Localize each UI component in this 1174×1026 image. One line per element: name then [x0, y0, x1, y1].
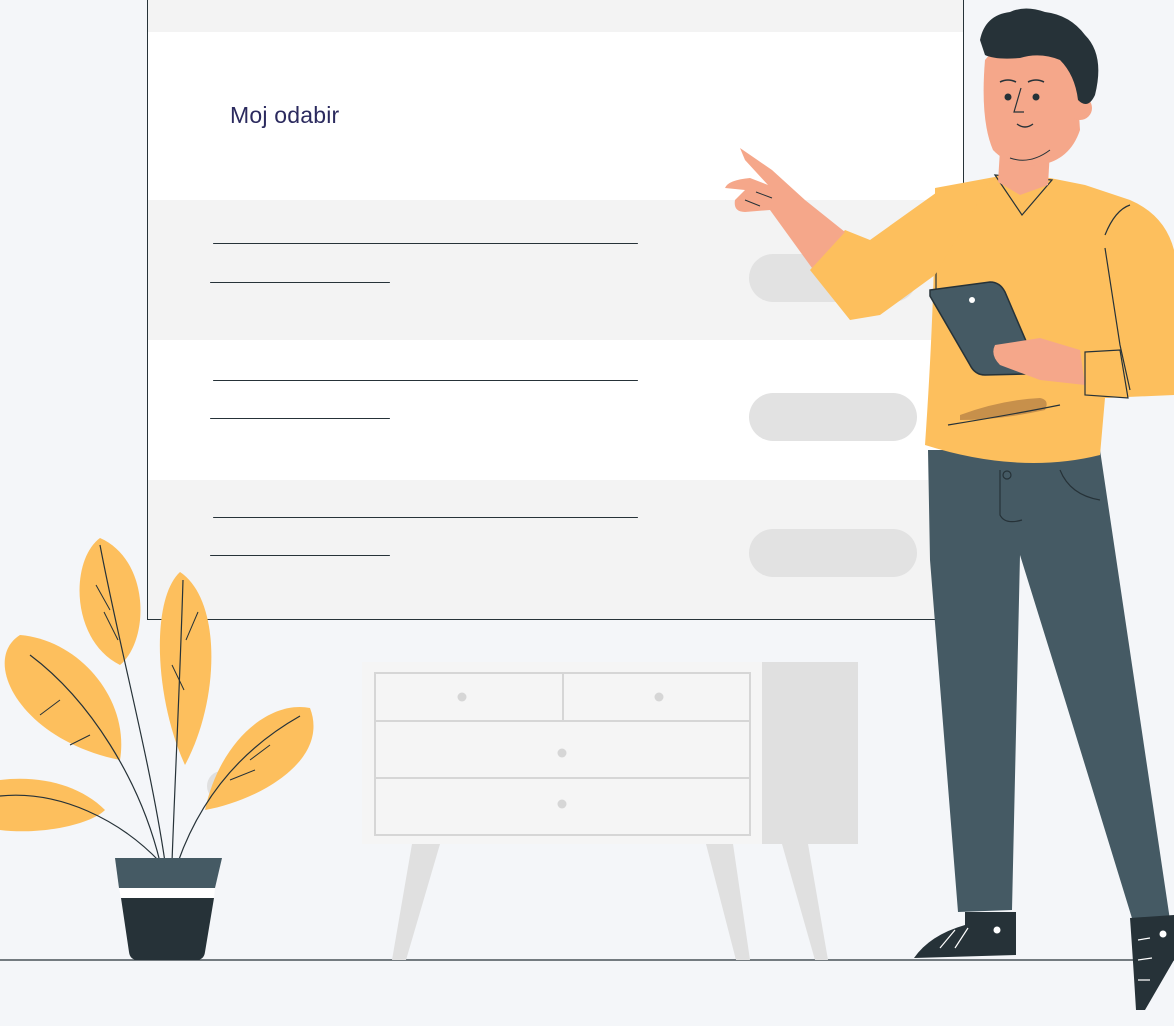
illustration-scene: Moj odabir: [0, 0, 1174, 1026]
scene-artwork: [0, 8, 1174, 1010]
dresser-illustration: [362, 662, 858, 960]
plant-illustration: [0, 538, 314, 960]
